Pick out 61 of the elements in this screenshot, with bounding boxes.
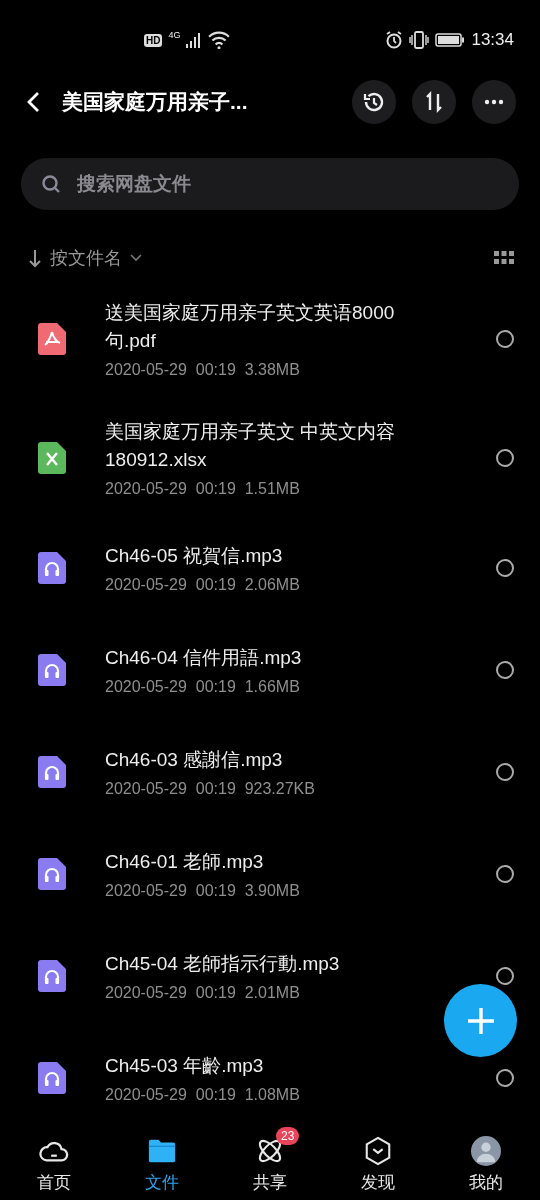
hd-badge: HD [144, 33, 163, 47]
file-name[interactable]: Ch46-03 感謝信.mp3 [105, 746, 430, 774]
avatar-icon [471, 1135, 501, 1166]
vibrate-icon [409, 31, 430, 49]
network-type: 4G [168, 30, 181, 40]
select-checkbox[interactable] [496, 763, 514, 781]
history-button[interactable] [352, 80, 396, 124]
file-name[interactable]: Ch46-04 信件用語.mp3 [105, 644, 430, 672]
audio-file-icon [38, 756, 66, 788]
select-checkbox[interactable] [496, 1069, 514, 1087]
more-icon [484, 99, 504, 105]
file-name[interactable]: 送美国家庭万用亲子英文英语8000句.pdf [105, 299, 430, 356]
file-details: 2020-05-29 00:19 2.06MB [105, 576, 301, 594]
battery-icon [435, 31, 466, 49]
file-details: 2020-05-29 00:19 2.01MB [105, 984, 301, 1002]
select-checkbox[interactable] [496, 865, 514, 883]
spreadsheet-file-icon [38, 441, 66, 474]
file-name[interactable]: Ch45-04 老師指示行動.mp3 [105, 950, 430, 978]
nav-tab[interactable]: 首页 [0, 1129, 108, 1200]
sort-dropdown[interactable]: 按文件名 [28, 246, 142, 270]
select-checkbox[interactable] [496, 448, 514, 467]
notification-badge: 23 [276, 1127, 300, 1145]
search-icon [41, 174, 61, 194]
file-details: 2020-05-29 00:19 1.51MB [105, 479, 301, 498]
select-checkbox[interactable] [496, 661, 514, 679]
plus-icon [465, 1005, 496, 1036]
select-checkbox[interactable] [496, 559, 514, 577]
wifi-icon [208, 31, 231, 49]
sort-order-button[interactable] [412, 80, 456, 124]
file-name[interactable]: 美国家庭万用亲子英文 中英文内容180912.xlsx [105, 417, 430, 474]
nav-tab[interactable]: 发现 [324, 1129, 432, 1200]
file-details: 2020-05-29 00:19 1.66MB [105, 678, 301, 696]
select-checkbox[interactable] [496, 330, 514, 349]
audio-file-icon [38, 960, 66, 992]
alarm-icon [385, 31, 404, 49]
pdf-file-icon [38, 323, 66, 356]
nav-tab[interactable]: 共享 23 [216, 1129, 324, 1200]
clock-time: 13:34 [471, 30, 514, 50]
nav-tab[interactable]: 文件 [108, 1129, 216, 1200]
more-button[interactable] [472, 80, 516, 124]
audio-file-icon [38, 858, 66, 890]
file-name[interactable]: Ch46-05 祝賀信.mp3 [105, 542, 430, 570]
chevron-down-icon [130, 254, 142, 262]
nav-tab[interactable]: 我的 [432, 1129, 540, 1200]
file-details: 2020-05-29 00:19 923.27KB [105, 780, 316, 798]
search-field[interactable]: 搜索网盘文件 [21, 158, 519, 210]
file-details: 2020-05-29 00:19 3.90MB [105, 882, 301, 900]
file-details: 2020-05-29 00:19 1.08MB [105, 1086, 301, 1104]
history-icon [362, 90, 386, 114]
file-name[interactable]: Ch45-03 年齡.mp3 [105, 1052, 430, 1080]
audio-file-icon [38, 552, 66, 584]
file-details: 2020-05-29 00:19 3.38MB [105, 361, 301, 380]
audio-file-icon [38, 1062, 66, 1094]
file-name[interactable]: Ch46-01 老師.mp3 [105, 848, 430, 876]
folder-title: 美国家庭万用亲子... [62, 89, 249, 115]
grid-view-icon[interactable] [494, 251, 514, 265]
select-checkbox[interactable] [496, 967, 514, 985]
signal-icon [186, 31, 203, 49]
down-arrow-icon [28, 248, 42, 268]
audio-file-icon [38, 654, 66, 686]
hexagon-icon [363, 1135, 393, 1166]
